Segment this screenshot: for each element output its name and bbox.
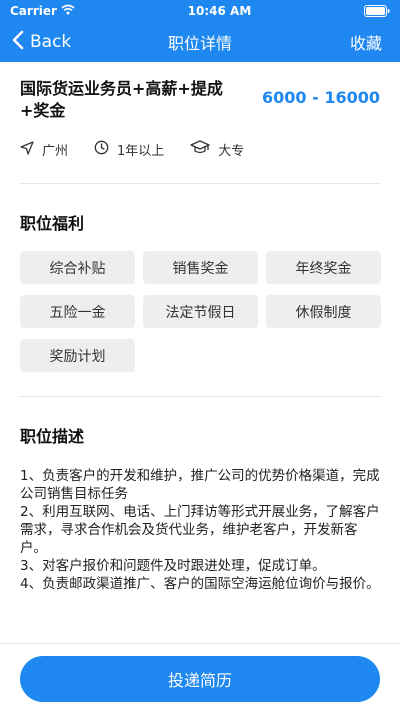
description-line: 3、对客户报价和问题件及时跟进处理，促成订单。 [20, 558, 326, 574]
apply-resume-button[interactable]: 投递简历 [20, 656, 380, 702]
divider [20, 183, 380, 184]
benefit-tags: 综合补贴 销售奖金 年终奖金 五险一金 法定节假日 休假制度 奖励计划 [20, 251, 381, 372]
education-text: 大专 [218, 144, 245, 159]
description-line: 1、负责客户的开发和维护，推广公司的优势价格渠道，完成公司销售目标任务 [20, 468, 380, 502]
benefit-tag: 奖励计划 [20, 339, 135, 372]
chevron-left-icon [12, 30, 24, 55]
back-label: Back [30, 32, 72, 52]
benefit-tag: 销售奖金 [143, 251, 258, 284]
page-title: 职位详情 [167, 34, 233, 53]
nav-bar: Back 职位详情 收藏 [0, 22, 400, 62]
status-left: Carrier [10, 4, 75, 18]
carrier-label: Carrier [10, 4, 57, 18]
status-time: 10:46 AM [187, 4, 252, 18]
benefit-tag: 综合补贴 [20, 251, 135, 284]
battery-icon [364, 5, 390, 17]
benefit-tag: 法定节假日 [143, 295, 258, 328]
wifi-icon [61, 4, 75, 18]
meta-experience: 1年以上 [94, 140, 164, 159]
benefit-tag: 五险一金 [20, 295, 135, 328]
divider [20, 396, 380, 397]
experience-text: 1年以上 [117, 144, 165, 159]
clock-icon [94, 140, 109, 159]
meta-education: 大专 [190, 140, 244, 159]
description-body: 1、负责客户的开发和维护，推广公司的优势价格渠道，完成公司销售目标任务 2、利用… [20, 467, 380, 593]
location-text: 广州 [42, 144, 69, 159]
content: 国际货运业务员+高薪+提成+奖金 6000 - 16000 广州 1年以上 大专… [0, 62, 400, 593]
description-title: 职位描述 [20, 427, 85, 446]
status-bar: Carrier 10:46 AM [0, 0, 400, 22]
job-meta: 广州 1年以上 大专 [20, 140, 380, 159]
benefits-title: 职位福利 [20, 214, 85, 233]
description-line: 2、利用互联网、电话、上门拜访等形式开展业务，了解客户需求，寻求合作机会及货代业… [20, 504, 380, 556]
benefit-tag: 休假制度 [266, 295, 381, 328]
job-title: 国际货运业务员+高薪+提成+奖金 [20, 79, 223, 120]
graduation-cap-icon [190, 140, 210, 159]
job-header: 国际货运业务员+高薪+提成+奖金 6000 - 16000 [20, 62, 380, 122]
favorite-button[interactable]: 收藏 [350, 30, 382, 54]
back-button[interactable]: Back [12, 30, 71, 55]
bottom-bar: 投递简历 [0, 643, 400, 711]
meta-location: 广州 [20, 140, 68, 159]
job-salary: 6000 - 16000 [262, 88, 380, 107]
location-arrow-icon [20, 140, 34, 159]
description-line: 4、负责邮政渠道推广、客户的国际空海运舱位询价与报价。 [20, 576, 380, 592]
benefit-tag: 年终奖金 [266, 251, 381, 284]
